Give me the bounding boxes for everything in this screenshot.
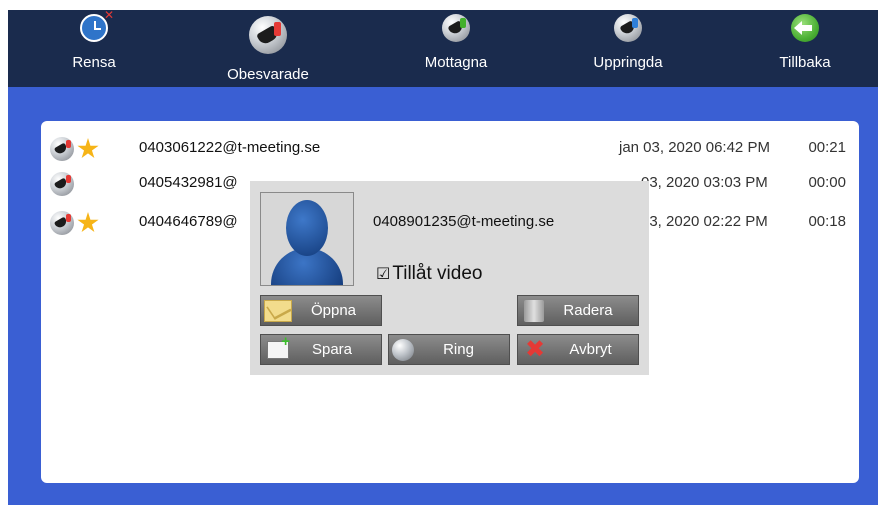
row-icons [50,211,99,235]
nav-mottagna-label: Mottagna [424,54,488,71]
row-icons [50,137,99,161]
call-date: jan 03, 2020 06:42 PM [619,139,770,156]
save-button[interactable]: Spara [260,333,382,365]
allow-video-checkbox[interactable]: ☑ Tillåt video [376,263,482,285]
dial-phone-icon [392,338,414,361]
nav-obesvarade-button[interactable]: Obesvarade [227,10,309,87]
delete-button[interactable]: Radera [517,295,639,326]
back-arrow-icon [791,14,819,42]
cancel-x-icon: ✖ [524,335,546,363]
trash-icon [524,299,544,322]
call-duration: 00:00 [808,174,846,191]
clear-history-icon: ✕ [80,8,114,42]
call-duration: 00:18 [808,213,846,230]
save-button-label: Spara [311,341,353,358]
call-button-label: Ring [443,341,474,358]
nav-obesvarade-label: Obesvarade [227,66,309,83]
person-head-icon [286,200,328,256]
call-date: 03, 2020 02:22 PM [641,213,768,230]
favorite-star-icon[interactable] [77,212,99,233]
envelope-icon [264,299,292,322]
call-address: 0405432981@ [139,174,238,191]
missed-calls-icon [249,16,287,54]
call-duration: 00:21 [808,139,846,156]
delete-button-label: Radera [563,302,613,319]
dialed-calls-icon [614,14,642,42]
missed-call-icon [50,137,74,161]
nav-mottagna-button[interactable]: Mottagna [416,10,496,87]
nav-tillbaka-label: Tillbaka [779,54,831,71]
add-contact-icon [267,333,290,359]
cancel-button[interactable]: ✖ Avbryt [517,334,639,365]
open-button[interactable]: Öppna [260,295,382,326]
call-address: 0404646789@ [139,213,238,230]
nav-rensa-button[interactable]: ✕ Rensa [64,8,124,87]
row-icons [50,172,74,196]
call-address: 0403061222@t-meeting.se [139,139,321,156]
checkbox-checked-icon[interactable]: ☑ [376,264,390,284]
call-button[interactable]: Ring [388,334,510,365]
nav-uppringda-button[interactable]: Uppringda [588,10,668,87]
cancel-button-label: Avbryt [569,341,612,358]
received-calls-icon [442,14,470,42]
allow-video-label: Tillåt video [392,263,483,284]
missed-call-icon [50,211,74,235]
popup-address: 0408901235@t-meeting.se [373,213,555,230]
nav-tillbaka-button[interactable]: Tillbaka [770,10,840,87]
contact-avatar [260,192,354,286]
call-date: 03, 2020 03:03 PM [641,174,768,191]
nav-rensa-label: Rensa [72,54,116,71]
favorite-star-icon[interactable] [77,138,99,159]
nav-uppringda-label: Uppringda [593,54,663,71]
open-button-label: Öppna [310,302,357,319]
call-list-row[interactable]: 0403061222@t-meeting.se jan 03, 2020 06:… [41,133,859,163]
top-navigation-bar: ✕ Rensa Obesvarade Mottagna Uppringda Ti… [8,8,878,87]
missed-call-icon [50,172,74,196]
contact-popup: 0408901235@t-meeting.se ☑ Tillåt video Ö… [250,181,649,375]
